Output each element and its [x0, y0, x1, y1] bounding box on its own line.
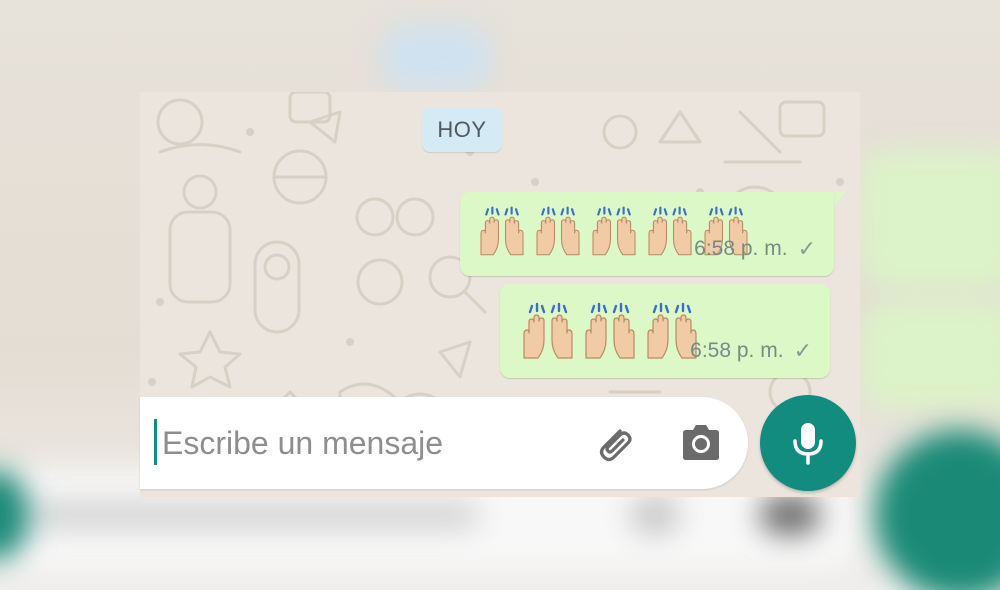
sent-check-icon: ✓ [793, 338, 812, 363]
blurred-bubble [860, 150, 1000, 290]
outgoing-message[interactable]: 6:58 p. m. ✓ [500, 284, 830, 378]
blurred-date-chip [380, 25, 490, 90]
raising-hands-emoji [474, 204, 530, 260]
blurred-bubble [860, 300, 1000, 410]
date-chip: HOY [422, 108, 502, 152]
text-cursor [154, 419, 157, 465]
raising-hands-emoji [530, 204, 586, 260]
raising-hands-emoji [586, 204, 642, 260]
emoji-content [516, 300, 702, 364]
sent-check-icon: ✓ [797, 236, 816, 261]
raising-hands-emoji [578, 300, 642, 364]
message-input[interactable] [160, 415, 584, 471]
blurred-mic-button [875, 430, 1000, 590]
microphone-icon [793, 423, 823, 465]
date-chip-label: HOY [437, 117, 487, 142]
blurred-placeholder [30, 500, 480, 530]
raising-hands-emoji [642, 204, 698, 260]
raising-hands-emoji [516, 300, 580, 364]
message-time: 6:58 p. m. [690, 339, 784, 362]
message-composer[interactable] [140, 397, 748, 489]
microphone-button[interactable] [760, 395, 856, 491]
blurred-icon [760, 495, 820, 535]
outgoing-message[interactable]: 6:58 p. m. ✓ [460, 192, 834, 276]
message-meta: 6:58 p. m. ✓ [690, 338, 812, 364]
camera-icon[interactable] [678, 421, 724, 463]
message-meta: 6:58 p. m. ✓ [694, 236, 816, 262]
paperclip-icon[interactable] [590, 419, 638, 467]
message-time: 6:58 p. m. [694, 237, 788, 260]
blurred-icon [630, 495, 680, 535]
bubble-tail [834, 192, 846, 206]
